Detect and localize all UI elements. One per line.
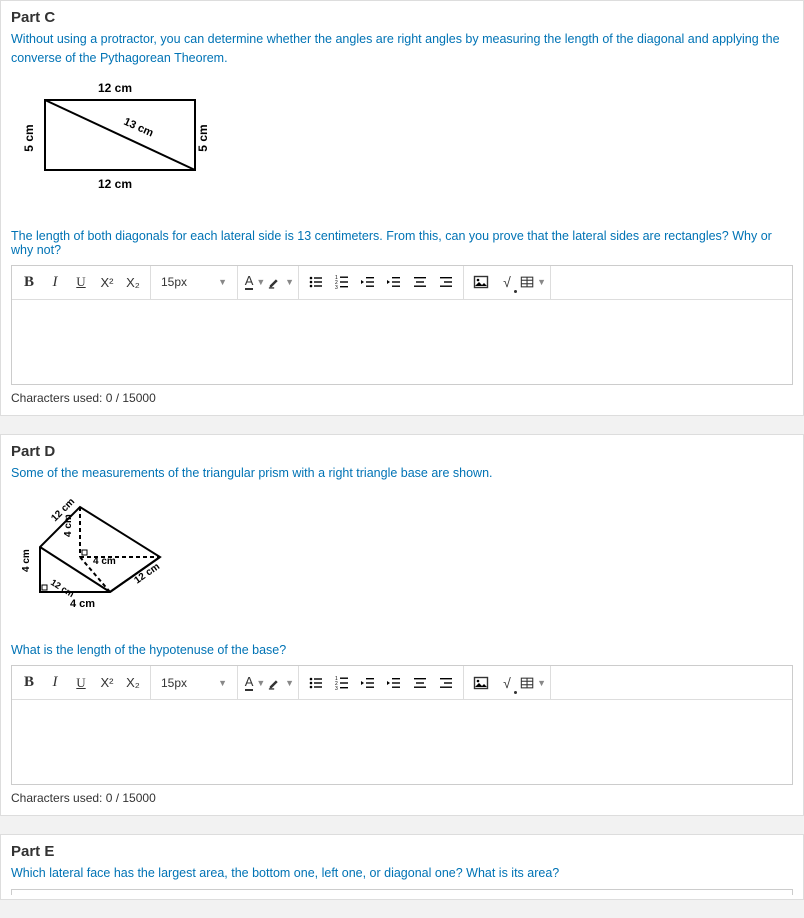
part-c-desc: Without using a protractor, you can dete… [11,30,793,68]
fig-c-top-label: 12 cm [98,81,132,95]
svg-text:4 cm: 4 cm [21,549,32,572]
table-button[interactable]: ▼ [520,669,546,697]
underline-button[interactable]: U [68,268,94,296]
part-d-desc: Some of the measurements of the triangul… [11,464,793,483]
font-size-value: 15px [161,275,187,289]
bold-button[interactable]: B [16,268,42,296]
number-list-button[interactable]: 123 [329,268,355,296]
bullet-list-button[interactable] [303,669,329,697]
part-e-editor [11,889,793,895]
fig-c-diag-label: 13 cm [122,115,156,139]
part-d-question: What is the length of the hypotenuse of … [11,643,793,657]
font-size-value: 15px [161,676,187,690]
char-count: Characters used: 0 / 15000 [11,791,793,805]
math-button[interactable]: √ [494,268,520,296]
part-d-editor: B I U X² X₂ 15px ▼ A▼ ▼ [11,665,793,785]
chevron-down-icon: ▼ [256,277,265,287]
editor-textarea[interactable] [12,700,792,784]
align-right-button[interactable] [433,669,459,697]
part-e-title: Part E [11,843,793,860]
part-c: Part C Without using a protractor, you c… [0,0,804,416]
chevron-down-icon: ▼ [285,277,294,287]
superscript-button[interactable]: X² [94,669,120,697]
align-center-button[interactable] [407,669,433,697]
outdent-button[interactable] [355,669,381,697]
fig-c-left-label: 5 cm [22,124,36,151]
svg-text:3: 3 [335,285,338,290]
part-d: Part D Some of the measurements of the t… [0,434,804,817]
part-d-figure: 12 cm 4 cm 4 cm 4 cm 4 cm 12 cm 12 cm [11,488,179,626]
indent-button[interactable] [381,268,407,296]
part-c-editor: B I U X² X₂ 15px ▼ A▼ ▼ [11,265,793,385]
chevron-down-icon: ▼ [256,678,265,688]
part-c-question: The length of both diagonals for each la… [11,229,793,257]
image-button[interactable] [468,669,494,697]
subscript-button[interactable]: X₂ [120,268,146,296]
font-color-button[interactable]: A▼ [242,268,268,296]
bold-button[interactable]: B [16,669,42,697]
highlight-button[interactable]: ▼ [268,669,294,697]
align-center-button[interactable] [407,268,433,296]
part-c-title: Part C [11,9,793,26]
indent-button[interactable] [381,669,407,697]
svg-text:4 cm: 4 cm [70,598,95,610]
image-button[interactable] [468,268,494,296]
chevron-down-icon: ▼ [537,678,546,688]
editor-textarea[interactable] [12,300,792,384]
bullet-list-button[interactable] [303,268,329,296]
part-e: Part E Which lateral face has the larges… [0,834,804,900]
chevron-down-icon: ▼ [218,277,227,287]
number-list-button[interactable]: 123 [329,669,355,697]
fig-c-bottom-label: 12 cm [98,177,132,191]
font-size-select[interactable]: 15px ▼ [155,676,233,690]
chevron-down-icon: ▼ [218,678,227,688]
svg-text:12 cm: 12 cm [49,577,76,599]
outdent-button[interactable] [355,268,381,296]
italic-button[interactable]: I [42,669,68,697]
part-d-title: Part D [11,443,793,460]
table-button[interactable]: ▼ [520,268,546,296]
font-color-button[interactable]: A▼ [242,669,268,697]
highlight-button[interactable]: ▼ [268,268,294,296]
fig-c-right-label: 5 cm [196,124,210,151]
chevron-down-icon: ▼ [537,277,546,287]
math-button[interactable]: √ [494,669,520,697]
toolbar: B I U X² X₂ 15px ▼ A▼ ▼ [12,666,792,700]
svg-text:3: 3 [335,686,338,691]
subscript-button[interactable]: X₂ [120,669,146,697]
underline-button[interactable]: U [68,669,94,697]
svg-text:4 cm: 4 cm [93,556,116,567]
char-count: Characters used: 0 / 15000 [11,391,793,405]
chevron-down-icon: ▼ [285,678,294,688]
align-right-button[interactable] [433,268,459,296]
superscript-button[interactable]: X² [94,268,120,296]
toolbar: B I U X² X₂ 15px ▼ A▼ ▼ [12,266,792,300]
part-e-desc: Which lateral face has the largest area,… [11,864,793,883]
font-size-select[interactable]: 15px ▼ [155,275,233,289]
italic-button[interactable]: I [42,268,68,296]
part-c-figure: 12 cm 13 cm 12 cm 5 cm 5 cm [11,74,219,212]
svg-text:4 cm: 4 cm [63,514,74,537]
